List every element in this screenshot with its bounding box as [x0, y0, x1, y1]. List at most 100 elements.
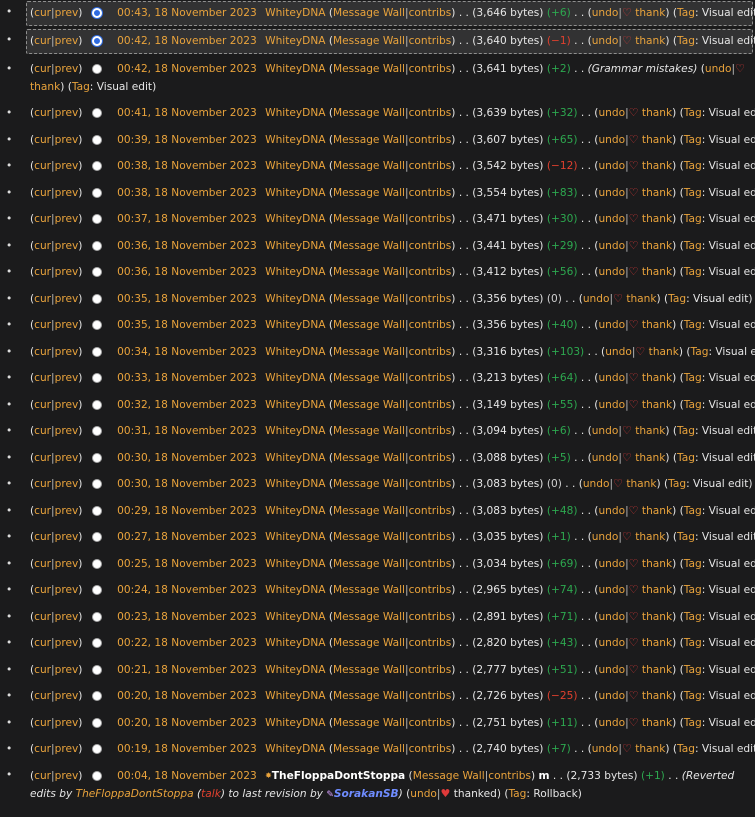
tag-link[interactable]: Tag	[677, 743, 695, 755]
undo-link[interactable]: undo	[598, 187, 625, 199]
prev-link[interactable]: prev	[55, 452, 79, 464]
thank-link[interactable]: thank	[642, 187, 672, 199]
revision-date-link[interactable]: 00:30, 18 November 2023	[117, 452, 257, 464]
thank-link[interactable]: thank	[635, 531, 665, 543]
revision-date-link[interactable]: 00:25, 18 November 2023	[117, 558, 257, 570]
undo-link[interactable]: undo	[598, 611, 625, 623]
tag-link[interactable]: Tag	[684, 399, 702, 411]
revision-date-link[interactable]: 00:42, 18 November 2023	[117, 63, 257, 75]
message-wall-link[interactable]: Message Wall	[333, 637, 405, 649]
tag-link[interactable]: Tag	[677, 425, 695, 437]
cur-link[interactable]: cur	[34, 505, 51, 517]
cur-link[interactable]: cur	[34, 452, 51, 464]
user-link[interactable]: WhiteyDNA	[265, 213, 325, 225]
revision-radio[interactable]	[91, 187, 102, 198]
undo-link[interactable]: undo	[583, 478, 610, 490]
tag-link[interactable]: Tag	[684, 134, 702, 146]
tag-link[interactable]: Tag	[677, 531, 695, 543]
message-wall-link[interactable]: Message Wall	[333, 611, 405, 623]
contribs-link[interactable]: contribs	[409, 637, 452, 649]
prev-link[interactable]: prev	[55, 293, 79, 305]
cur-link[interactable]: cur	[34, 690, 51, 702]
thank-link[interactable]: thank	[635, 452, 665, 464]
revision-radio[interactable]	[91, 426, 102, 436]
prev-link[interactable]: prev	[55, 399, 79, 411]
message-wall-link[interactable]: Message Wall	[333, 240, 405, 252]
user-link[interactable]: WhiteyDNA	[265, 584, 325, 596]
revision-radio[interactable]	[91, 346, 102, 357]
undo-link[interactable]: undo	[705, 63, 732, 75]
contribs-link[interactable]: contribs	[409, 611, 452, 623]
contribs-link[interactable]: contribs	[409, 743, 452, 755]
contribs-link[interactable]: contribs	[409, 346, 452, 358]
contribs-link[interactable]: contribs	[409, 664, 452, 676]
prev-link[interactable]: prev	[55, 240, 79, 252]
revision-radio[interactable]	[91, 240, 102, 251]
tag-link[interactable]: Tag	[72, 81, 90, 93]
cur-link[interactable]: cur	[34, 372, 51, 384]
undo-link[interactable]: undo	[592, 743, 619, 755]
message-wall-link[interactable]: Message Wall	[333, 293, 405, 305]
user-link[interactable]: WhiteyDNA	[265, 293, 325, 305]
message-wall-link[interactable]: Message Wall	[333, 452, 405, 464]
contribs-link[interactable]: contribs	[409, 319, 452, 331]
revision-date-link[interactable]: 00:27, 18 November 2023	[117, 531, 257, 543]
revision-date-link[interactable]: 00:20, 18 November 2023	[117, 717, 257, 729]
thank-link[interactable]: thank	[642, 399, 672, 411]
undo-link[interactable]: undo	[598, 160, 625, 172]
revision-radio[interactable]	[91, 691, 102, 701]
message-wall-link[interactable]: Message Wall	[333, 107, 405, 119]
prev-link[interactable]: prev	[55, 160, 79, 172]
prev-link[interactable]: prev	[55, 531, 79, 543]
prev-link[interactable]: prev	[55, 7, 79, 19]
revision-date-link[interactable]: 00:31, 18 November 2023	[117, 425, 257, 437]
tag-link[interactable]: Tag	[684, 187, 702, 199]
cur-link[interactable]: cur	[34, 717, 51, 729]
revision-radio[interactable]	[91, 134, 102, 145]
thank-link[interactable]: thank	[642, 134, 672, 146]
prev-link[interactable]: prev	[55, 637, 79, 649]
user-link[interactable]: WhiteyDNA	[265, 63, 325, 75]
revision-radio[interactable]	[91, 35, 102, 46]
prev-link[interactable]: prev	[55, 558, 79, 570]
revision-date-link[interactable]: 00:35, 18 November 2023	[117, 319, 257, 331]
tag-link[interactable]: Tag	[684, 717, 702, 729]
revision-radio[interactable]	[91, 479, 102, 489]
undo-link[interactable]: undo	[598, 584, 625, 596]
cur-link[interactable]: cur	[34, 664, 51, 676]
message-wall-link[interactable]: Message Wall	[333, 319, 405, 331]
user-link[interactable]: WhiteyDNA	[265, 160, 325, 172]
contribs-link[interactable]: contribs	[409, 35, 452, 47]
undo-link[interactable]: undo	[598, 637, 625, 649]
revision-date-link[interactable]: 00:34, 18 November 2023	[117, 346, 257, 358]
talk-link[interactable]: talk	[201, 788, 221, 800]
contribs-link[interactable]: contribs	[409, 584, 452, 596]
cur-link[interactable]: cur	[34, 160, 51, 172]
prev-link[interactable]: prev	[55, 134, 79, 146]
user-link[interactable]: WhiteyDNA	[265, 664, 325, 676]
tag-link[interactable]: Tag	[684, 558, 702, 570]
tag-link[interactable]: Tag	[684, 505, 702, 517]
undo-link[interactable]: undo	[592, 7, 619, 19]
undo-link[interactable]: undo	[598, 107, 625, 119]
prev-link[interactable]: prev	[55, 717, 79, 729]
user-link[interactable]: WhiteyDNA	[265, 107, 325, 119]
revision-radio[interactable]	[91, 161, 102, 171]
prev-link[interactable]: prev	[55, 505, 79, 517]
contribs-link[interactable]: contribs	[409, 7, 452, 19]
prev-link[interactable]: prev	[55, 690, 79, 702]
thank-link[interactable]: thank	[642, 266, 672, 278]
user-link[interactable]: WhiteyDNA	[265, 35, 325, 47]
contribs-link[interactable]: contribs	[409, 213, 452, 225]
message-wall-link[interactable]: Message Wall	[333, 160, 405, 172]
thank-link[interactable]: thank	[642, 213, 672, 225]
cur-link[interactable]: cur	[34, 266, 51, 278]
undo-link[interactable]: undo	[592, 35, 619, 47]
undo-link[interactable]: undo	[598, 240, 625, 252]
message-wall-link[interactable]: Message Wall	[333, 425, 405, 437]
cur-link[interactable]: cur	[34, 531, 51, 543]
tag-link[interactable]: Tag	[684, 584, 702, 596]
undo-link[interactable]: undo	[598, 505, 625, 517]
message-wall-link[interactable]: Message Wall	[333, 690, 405, 702]
thank-link[interactable]: thank	[635, 7, 665, 19]
